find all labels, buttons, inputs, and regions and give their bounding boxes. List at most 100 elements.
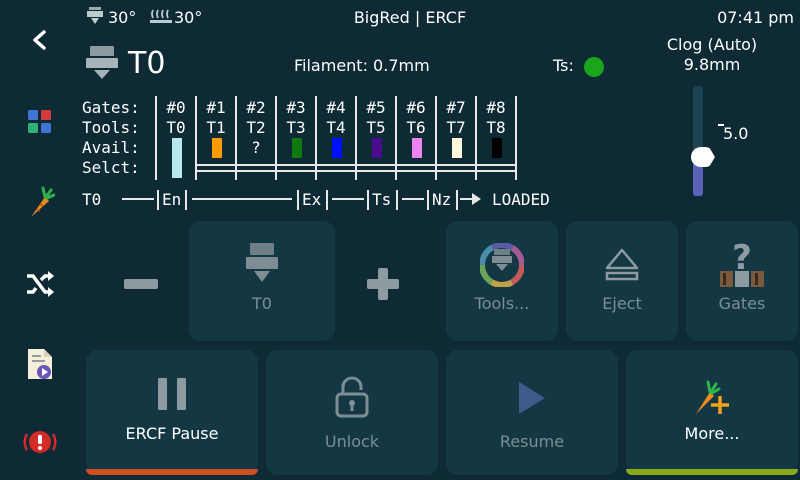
path-tick xyxy=(396,190,398,210)
gate-0: #0 xyxy=(166,98,186,117)
gate-6: #6 xyxy=(406,98,426,117)
path-arrow-icon xyxy=(460,193,481,205)
resume-button[interactable]: Resume xyxy=(446,350,618,475)
gate-7: #7 xyxy=(446,98,466,117)
path-tick xyxy=(326,190,328,210)
slider-value: 5.0 xyxy=(723,124,749,143)
gate-5: #5 xyxy=(366,98,386,117)
more-label: More... xyxy=(684,424,740,443)
ercf-pause-label: ERCF Pause xyxy=(125,424,219,443)
gate-5-swatch xyxy=(372,138,382,158)
path-tick xyxy=(367,190,369,210)
shuffle-icon xyxy=(27,271,54,297)
gate-4-swatch xyxy=(332,138,342,158)
gate-2: #2 xyxy=(246,98,266,117)
tool-select-button[interactable]: T0 xyxy=(189,221,335,341)
row-label-gates: Gates: xyxy=(82,98,140,117)
pause-icon xyxy=(158,378,186,410)
emergency-stop-button[interactable] xyxy=(14,416,66,468)
gates-button[interactable]: ? Gates xyxy=(686,221,798,341)
ts-indicator xyxy=(584,57,604,77)
gate-1-swatch xyxy=(212,138,222,158)
path-ts: Ts xyxy=(372,190,392,209)
more-accent-bar xyxy=(626,469,798,475)
path-tool: T0 xyxy=(82,190,102,209)
clog-slider[interactable] xyxy=(690,86,715,198)
print-button[interactable] xyxy=(14,338,66,390)
back-chevron-icon xyxy=(33,30,46,50)
extrude-button[interactable] xyxy=(14,176,66,228)
minus-icon xyxy=(124,279,158,289)
resume-label: Resume xyxy=(499,432,565,451)
nozzle-temp-icon xyxy=(87,7,103,24)
gate-3-swatch xyxy=(292,138,302,158)
load-state: LOADED xyxy=(492,190,550,209)
ts-label: Ts: xyxy=(553,56,574,75)
tool-8: T8 xyxy=(486,118,506,137)
emergency-stop-icon xyxy=(23,431,57,453)
tool-select-label: T0 xyxy=(252,294,272,313)
gate-2-avail: ? xyxy=(251,138,261,157)
path-tick xyxy=(185,190,187,210)
gate-6-swatch xyxy=(412,138,422,158)
filament-diameter: Filament: 0.7mm xyxy=(294,56,430,75)
gate-table: Gates: Tools: Avail: Selct: #0 T0 #1 T1 … xyxy=(80,96,520,180)
move-button[interactable] xyxy=(14,258,66,310)
path-en: En xyxy=(162,190,182,209)
more-button[interactable]: More... xyxy=(626,350,798,475)
tool-6: T6 xyxy=(406,118,426,137)
path-tick xyxy=(157,190,159,210)
unlock-button[interactable]: Unlock xyxy=(266,350,438,475)
next-tool-button[interactable] xyxy=(360,264,406,304)
main-menu-icon xyxy=(28,110,51,133)
extruder-icon xyxy=(86,46,118,79)
extruder-icon xyxy=(246,243,278,282)
tool-7: T7 xyxy=(446,118,466,137)
eject-button[interactable]: Eject xyxy=(566,221,678,341)
path-ex: Ex xyxy=(302,190,322,209)
bed-temp: 30° xyxy=(174,8,203,27)
gates-label: Gates xyxy=(718,294,766,313)
clock: 07:41 pm xyxy=(717,8,794,27)
path-line xyxy=(332,198,364,200)
gate-8-swatch xyxy=(492,138,502,158)
page-title: BigRed | ERCF xyxy=(353,8,467,27)
gates-icon: ? xyxy=(720,239,764,287)
path-nz: Nz xyxy=(432,190,452,209)
row-label-tools: Tools: xyxy=(82,118,140,137)
tool-4: T4 xyxy=(326,118,346,137)
unlock-icon xyxy=(335,376,369,418)
tool-3: T3 xyxy=(286,118,306,137)
tools-button[interactable]: Tools... xyxy=(446,221,558,341)
prev-tool-button[interactable] xyxy=(108,264,174,304)
gate-3: #3 xyxy=(286,98,306,117)
pause-accent-bar xyxy=(86,469,258,475)
carrot-plus-icon xyxy=(696,380,729,414)
back-button[interactable] xyxy=(14,14,66,66)
carrot-icon xyxy=(31,186,55,217)
path-line xyxy=(122,198,154,200)
main-menu-button[interactable] xyxy=(14,96,66,148)
eject-icon xyxy=(605,248,639,281)
path-line xyxy=(192,198,292,200)
tool-0: T0 xyxy=(166,118,186,137)
eject-label: Eject xyxy=(602,294,642,313)
row-label-avail: Avail: xyxy=(82,138,140,157)
selector-rail xyxy=(197,170,517,172)
clog-title: Clog (Auto) xyxy=(666,35,758,54)
gate-7-swatch xyxy=(452,138,462,158)
color-wheel-icon xyxy=(480,243,524,287)
selector-rail xyxy=(197,164,515,166)
file-play-icon xyxy=(28,349,52,379)
tools-label: Tools... xyxy=(474,294,530,313)
ercf-pause-button[interactable]: ERCF Pause xyxy=(86,350,258,475)
gate-0-swatch xyxy=(172,138,182,178)
play-icon xyxy=(519,382,545,414)
slider-handle[interactable] xyxy=(691,147,715,167)
tool-2: T2 xyxy=(246,118,266,137)
gate-1: #1 xyxy=(206,98,226,117)
row-label-selct: Selct: xyxy=(82,158,140,177)
unlock-label: Unlock xyxy=(324,432,380,451)
path-line xyxy=(402,198,424,200)
bed-temp-icon xyxy=(150,9,172,23)
